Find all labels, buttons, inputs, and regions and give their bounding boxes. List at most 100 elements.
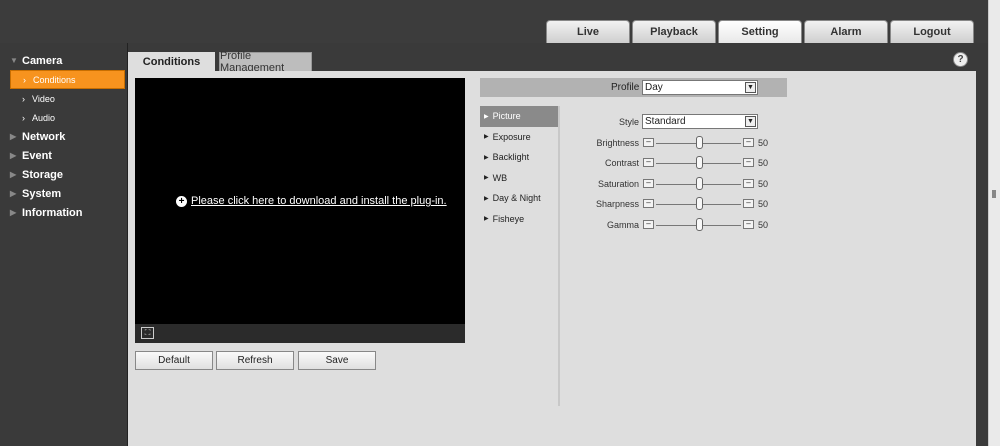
profile-select[interactable]: Day ▼ bbox=[642, 80, 758, 95]
sidebar-item-label: Video bbox=[32, 93, 55, 104]
submenu-item-fisheye[interactable]: ▶ Fisheye bbox=[480, 209, 558, 230]
profile-select-value: Day bbox=[645, 82, 663, 93]
submenu-item-label: Fisheye bbox=[492, 213, 525, 224]
condition-submenu: ▶ Picture ▶ Exposure ▶ Backlight ▶ WB ▶ Day &… bbox=[480, 106, 560, 406]
video-preview: + Please click here to download and inst… bbox=[135, 78, 465, 343]
sidebar-item-information[interactable]: ▶ Information bbox=[0, 203, 127, 222]
submenu-item-exposure[interactable]: ▶ Exposure bbox=[480, 127, 558, 148]
decrease-button[interactable]: – bbox=[643, 138, 654, 147]
submenu-item-label: Picture bbox=[492, 111, 521, 122]
style-label: Style bbox=[618, 117, 639, 127]
default-button[interactable]: Default bbox=[135, 351, 213, 370]
slider-thumb[interactable] bbox=[696, 177, 703, 190]
triangle-right-icon: ▶ bbox=[484, 113, 489, 120]
top-tabs: Live Playback Setting Alarm Logout bbox=[546, 20, 974, 43]
slider-thumb[interactable] bbox=[696, 156, 703, 169]
fullscreen-icon[interactable]: ⛶ bbox=[141, 327, 154, 339]
triangle-right-icon: ▶ bbox=[484, 216, 489, 223]
sidebar-item-audio[interactable]: › Audio bbox=[0, 108, 127, 127]
sidebar-item-network[interactable]: ▶ Network bbox=[0, 127, 127, 146]
tab-alarm[interactable]: Alarm bbox=[804, 20, 888, 43]
sidebar-item-label: Event bbox=[22, 149, 52, 162]
decrease-button[interactable]: – bbox=[643, 179, 654, 188]
sidebar-item-label: Audio bbox=[32, 112, 56, 123]
decrease-button[interactable]: – bbox=[643, 199, 654, 208]
sidebar-item-label: System bbox=[22, 187, 62, 200]
slider-thumb[interactable] bbox=[696, 136, 703, 149]
triangle-right-icon: ▶ bbox=[10, 132, 17, 141]
submenu-item-wb[interactable]: ▶ WB bbox=[480, 168, 558, 189]
triangle-right-icon: ▶ bbox=[10, 170, 17, 179]
chevron-down-icon: ▼ bbox=[745, 116, 756, 127]
content-area: Conditions Profile Management ? + Please… bbox=[128, 43, 988, 446]
increase-button[interactable]: – bbox=[743, 179, 754, 188]
slider-value: 50 bbox=[758, 199, 769, 209]
plugin-link-text: Please click here to download and instal… bbox=[191, 195, 447, 207]
tab-live[interactable]: Live bbox=[546, 20, 630, 43]
sidebar-item-camera[interactable]: ▼ Camera bbox=[0, 51, 127, 70]
tab-logout[interactable]: Logout bbox=[890, 20, 974, 43]
tab-playback[interactable]: Playback bbox=[632, 20, 716, 43]
slider-value: 50 bbox=[758, 220, 769, 230]
profile-bar: Profile Day ▼ bbox=[480, 78, 787, 97]
triangle-right-icon: ▶ bbox=[484, 175, 489, 182]
refresh-button[interactable]: Refresh bbox=[216, 351, 294, 370]
triangle-right-icon: ▶ bbox=[10, 151, 17, 160]
sidebar-item-event[interactable]: ▶ Event bbox=[0, 146, 127, 165]
decrease-button[interactable]: – bbox=[643, 158, 654, 167]
style-select-value: Standard bbox=[645, 116, 686, 127]
sidebar-item-storage[interactable]: ▶ Storage bbox=[0, 165, 127, 184]
chevron-right-icon: › bbox=[23, 74, 26, 85]
sidebar-item-system[interactable]: ▶ System bbox=[0, 184, 127, 203]
triangle-right-icon: ▶ bbox=[484, 134, 489, 141]
save-button[interactable]: Save bbox=[298, 351, 376, 370]
triangle-right-icon: ▶ bbox=[10, 189, 17, 198]
slider-label: Sharpness bbox=[595, 199, 639, 209]
submenu-item-backlight[interactable]: ▶ Backlight bbox=[480, 147, 558, 168]
sidebar: ▼ Camera › Conditions › Video › Audio ▶ … bbox=[0, 43, 128, 446]
submenu-item-day-night[interactable]: ▶ Day & Night bbox=[480, 188, 558, 209]
slider-label: Brightness bbox=[596, 138, 639, 148]
chevron-right-icon: › bbox=[22, 93, 25, 104]
sidebar-item-label: Storage bbox=[22, 168, 63, 181]
chevron-down-icon: ▼ bbox=[745, 82, 756, 93]
submenu-item-label: Exposure bbox=[492, 131, 531, 142]
scrollbar-thumb[interactable] bbox=[992, 190, 996, 198]
triangle-right-icon: ▶ bbox=[484, 195, 489, 202]
page-scrollbar[interactable] bbox=[988, 0, 1000, 446]
slider-thumb[interactable] bbox=[696, 218, 703, 231]
submenu-item-label: WB bbox=[492, 172, 508, 183]
help-icon[interactable]: ? bbox=[953, 52, 968, 67]
plus-circle-icon: + bbox=[176, 195, 187, 207]
video-toolbar: ⛶ bbox=[135, 324, 465, 343]
tab-conditions[interactable]: Conditions bbox=[128, 52, 215, 71]
increase-button[interactable]: – bbox=[743, 220, 754, 229]
chevron-down-icon: ▼ bbox=[10, 56, 18, 65]
sidebar-item-video[interactable]: › Video bbox=[0, 89, 127, 108]
increase-button[interactable]: – bbox=[743, 138, 754, 147]
tab-setting[interactable]: Setting bbox=[718, 20, 802, 43]
chevron-right-icon: › bbox=[22, 112, 25, 123]
slider-value: 50 bbox=[758, 179, 769, 189]
triangle-right-icon: ▶ bbox=[10, 208, 17, 217]
sidebar-item-conditions[interactable]: › Conditions bbox=[10, 70, 125, 89]
decrease-button[interactable]: – bbox=[643, 220, 654, 229]
plugin-download-link[interactable]: + Please click here to download and inst… bbox=[176, 195, 447, 207]
settings-panel: ? + Please click here to download and in… bbox=[128, 52, 976, 446]
slider-thumb[interactable] bbox=[696, 197, 703, 210]
submenu-item-picture[interactable]: ▶ Picture bbox=[480, 106, 558, 127]
slider-value: 50 bbox=[758, 138, 769, 148]
tab-profile-management[interactable]: Profile Management bbox=[219, 50, 312, 74]
style-select[interactable]: Standard ▼ bbox=[642, 114, 758, 129]
sidebar-item-label: Camera bbox=[22, 54, 63, 67]
slider-label: Saturation bbox=[597, 179, 639, 189]
triangle-right-icon: ▶ bbox=[484, 154, 489, 161]
slider-label: Gamma bbox=[606, 220, 639, 230]
increase-button[interactable]: – bbox=[743, 199, 754, 208]
increase-button[interactable]: – bbox=[743, 158, 754, 167]
submenu-item-label: Day & Night bbox=[492, 193, 541, 204]
submenu-item-label: Backlight bbox=[492, 152, 530, 163]
profile-label: Profile bbox=[611, 82, 640, 93]
sidebar-item-label: Conditions bbox=[33, 74, 76, 85]
top-bar: Live Playback Setting Alarm Logout bbox=[0, 0, 988, 43]
